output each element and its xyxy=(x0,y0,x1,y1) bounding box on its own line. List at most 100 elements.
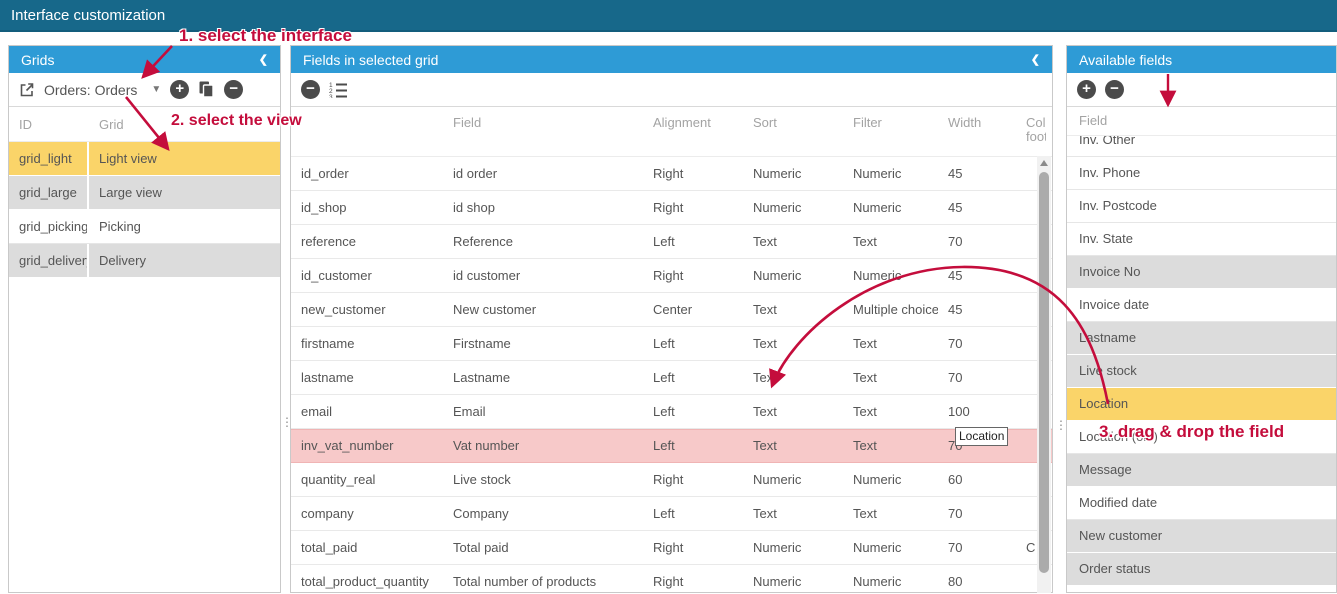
cell-width: 100 xyxy=(938,395,1016,428)
scrollbar-thumb[interactable] xyxy=(1039,172,1049,573)
add-field-button[interactable]: + xyxy=(1077,80,1096,99)
available-field-item[interactable]: Location xyxy=(1067,388,1336,421)
available-field-item[interactable]: Invoice No xyxy=(1067,256,1336,289)
field-row[interactable]: total_paidTotal paidRightNumericNumeric7… xyxy=(291,531,1052,565)
cell-field: id customer xyxy=(443,259,643,292)
cell-id: grid_picking xyxy=(9,210,89,243)
cell-filter: Numeric xyxy=(843,463,938,496)
available-field-item[interactable]: Order status xyxy=(1067,553,1336,586)
cell-alignment: Right xyxy=(643,565,743,594)
cell-width: 45 xyxy=(938,259,1016,292)
add-grid-button[interactable]: + xyxy=(170,80,189,99)
interface-selector[interactable]: Orders: Orders ▼ xyxy=(44,82,161,98)
grid-row[interactable]: grid_lightLight view xyxy=(9,142,280,176)
cell-sort: Numeric xyxy=(743,531,843,564)
field-row[interactable]: new_customerNew customerCenterTextMultip… xyxy=(291,293,1052,327)
collapse-middle-icon[interactable]: ❮ xyxy=(1031,53,1040,66)
available-field-item[interactable]: Inv. Postcode xyxy=(1067,190,1336,223)
interface-selector-value: Orders: Orders xyxy=(44,82,137,98)
available-field-item[interactable]: Modified date xyxy=(1067,487,1336,520)
copy-grid-button[interactable] xyxy=(198,81,215,98)
available-field-item[interactable]: Message xyxy=(1067,454,1336,487)
column-header: Filter xyxy=(843,107,938,156)
column-header: Width xyxy=(938,107,1016,156)
column-header: Alignment xyxy=(643,107,743,156)
cell-field: Reference xyxy=(443,225,643,258)
cell-id: total_paid xyxy=(291,531,443,564)
grid-row[interactable]: grid_deliveryDelivery xyxy=(9,244,280,278)
field-row[interactable]: companyCompanyLeftTextText70 xyxy=(291,497,1052,531)
cell-filter: Numeric xyxy=(843,191,938,224)
cell-width: 70 xyxy=(938,497,1016,530)
field-row[interactable]: id_customerid customerRightNumericNumeri… xyxy=(291,259,1052,293)
cell-alignment: Right xyxy=(643,259,743,292)
column-header: Field xyxy=(443,107,643,156)
cell-id: inv_vat_number xyxy=(291,430,443,462)
available-field-item[interactable]: Inv. Phone xyxy=(1067,157,1336,190)
available-field-item[interactable]: Inv. State xyxy=(1067,223,1336,256)
field-row[interactable]: total_product_quantityTotal number of pr… xyxy=(291,565,1052,594)
remove-available-button[interactable]: − xyxy=(1105,80,1124,99)
drag-ghost: Location xyxy=(955,427,1008,446)
available-panel-header: Available fields xyxy=(1067,46,1336,73)
column-header xyxy=(291,107,443,156)
fields-panel-title: Fields in selected grid xyxy=(303,52,438,68)
cell-sort: Numeric xyxy=(743,463,843,496)
external-link-icon[interactable] xyxy=(19,82,35,98)
field-row[interactable]: id_shopid shopRightNumericNumeric45 xyxy=(291,191,1052,225)
cell-alignment: Right xyxy=(643,463,743,496)
cell-sort: Numeric xyxy=(743,259,843,292)
field-row[interactable]: firstnameFirstnameLeftTextText70 xyxy=(291,327,1052,361)
cell-sort: Text xyxy=(743,225,843,258)
cell-width: 70 xyxy=(938,361,1016,394)
cell-width: 60 xyxy=(938,463,1016,496)
panel-resize-handle-left[interactable]: ⋮ xyxy=(281,420,287,425)
cell-id: company xyxy=(291,497,443,530)
field-row[interactable]: emailEmailLeftTextText100 xyxy=(291,395,1052,429)
fields-panel-header: Fields in selected grid ❮ xyxy=(291,46,1052,73)
cell-id: id_customer xyxy=(291,259,443,292)
cell-id: total_product_quantity xyxy=(291,565,443,594)
cell-width: 45 xyxy=(938,157,1016,190)
available-field-item[interactable]: Invoice date xyxy=(1067,289,1336,322)
panel-resize-handle-right[interactable]: ⋮ xyxy=(1055,423,1061,428)
scroll-up-icon[interactable] xyxy=(1040,160,1048,166)
available-field-item[interactable]: Lastname xyxy=(1067,322,1336,355)
remove-grid-button[interactable]: − xyxy=(224,80,243,99)
field-row[interactable]: referenceReferenceLeftTextText70 xyxy=(291,225,1052,259)
grid-row[interactable]: grid_largeLarge view xyxy=(9,176,280,210)
available-list: Inv. OtherInv. PhoneInv. PostcodeInv. St… xyxy=(1067,136,1336,586)
cell-sort: Numeric xyxy=(743,157,843,190)
cell-field: Total paid xyxy=(443,531,643,564)
cell-filter: Text xyxy=(843,497,938,530)
available-field-item[interactable]: Inv. Other xyxy=(1067,136,1336,157)
cell-field: Company xyxy=(443,497,643,530)
cell-id: firstname xyxy=(291,327,443,360)
remove-field-button[interactable]: − xyxy=(301,80,320,99)
collapse-left-icon[interactable]: ❮ xyxy=(259,53,268,66)
cell-sort: Text xyxy=(743,497,843,530)
cell-field: id order xyxy=(443,157,643,190)
cell-filter: Numeric xyxy=(843,259,938,292)
cell-id: id_order xyxy=(291,157,443,190)
cell-alignment: Right xyxy=(643,191,743,224)
available-field-item[interactable]: New customer xyxy=(1067,520,1336,553)
cell-width: 70 xyxy=(938,531,1016,564)
field-row[interactable]: inv_vat_numberVat numberLeftTextText70 xyxy=(291,429,1052,463)
cell-filter: Multiple choices xyxy=(843,293,938,326)
available-fields-panel: Available fields + − Field Inv. OtherInv… xyxy=(1066,45,1337,593)
grid-row[interactable]: grid_pickingPicking xyxy=(9,210,280,244)
available-toolbar: + − xyxy=(1067,73,1336,107)
field-row[interactable]: id_orderid orderRightNumericNumeric45 xyxy=(291,157,1052,191)
available-field-item[interactable]: Live stock xyxy=(1067,355,1336,388)
cell-field: Lastname xyxy=(443,361,643,394)
column-header: Sort xyxy=(743,107,843,156)
column-header: ID xyxy=(9,117,89,132)
numbered-list-icon[interactable]: 1 2 3 xyxy=(329,81,349,98)
field-row[interactable]: lastnameLastnameLeftTextText70 xyxy=(291,361,1052,395)
fields-toolbar: − 1 2 3 xyxy=(291,73,1052,107)
cell-alignment: Center xyxy=(643,293,743,326)
cell-id: grid_large xyxy=(9,176,89,209)
fields-scrollbar[interactable] xyxy=(1037,156,1051,593)
field-row[interactable]: quantity_realLive stockRightNumericNumer… xyxy=(291,463,1052,497)
